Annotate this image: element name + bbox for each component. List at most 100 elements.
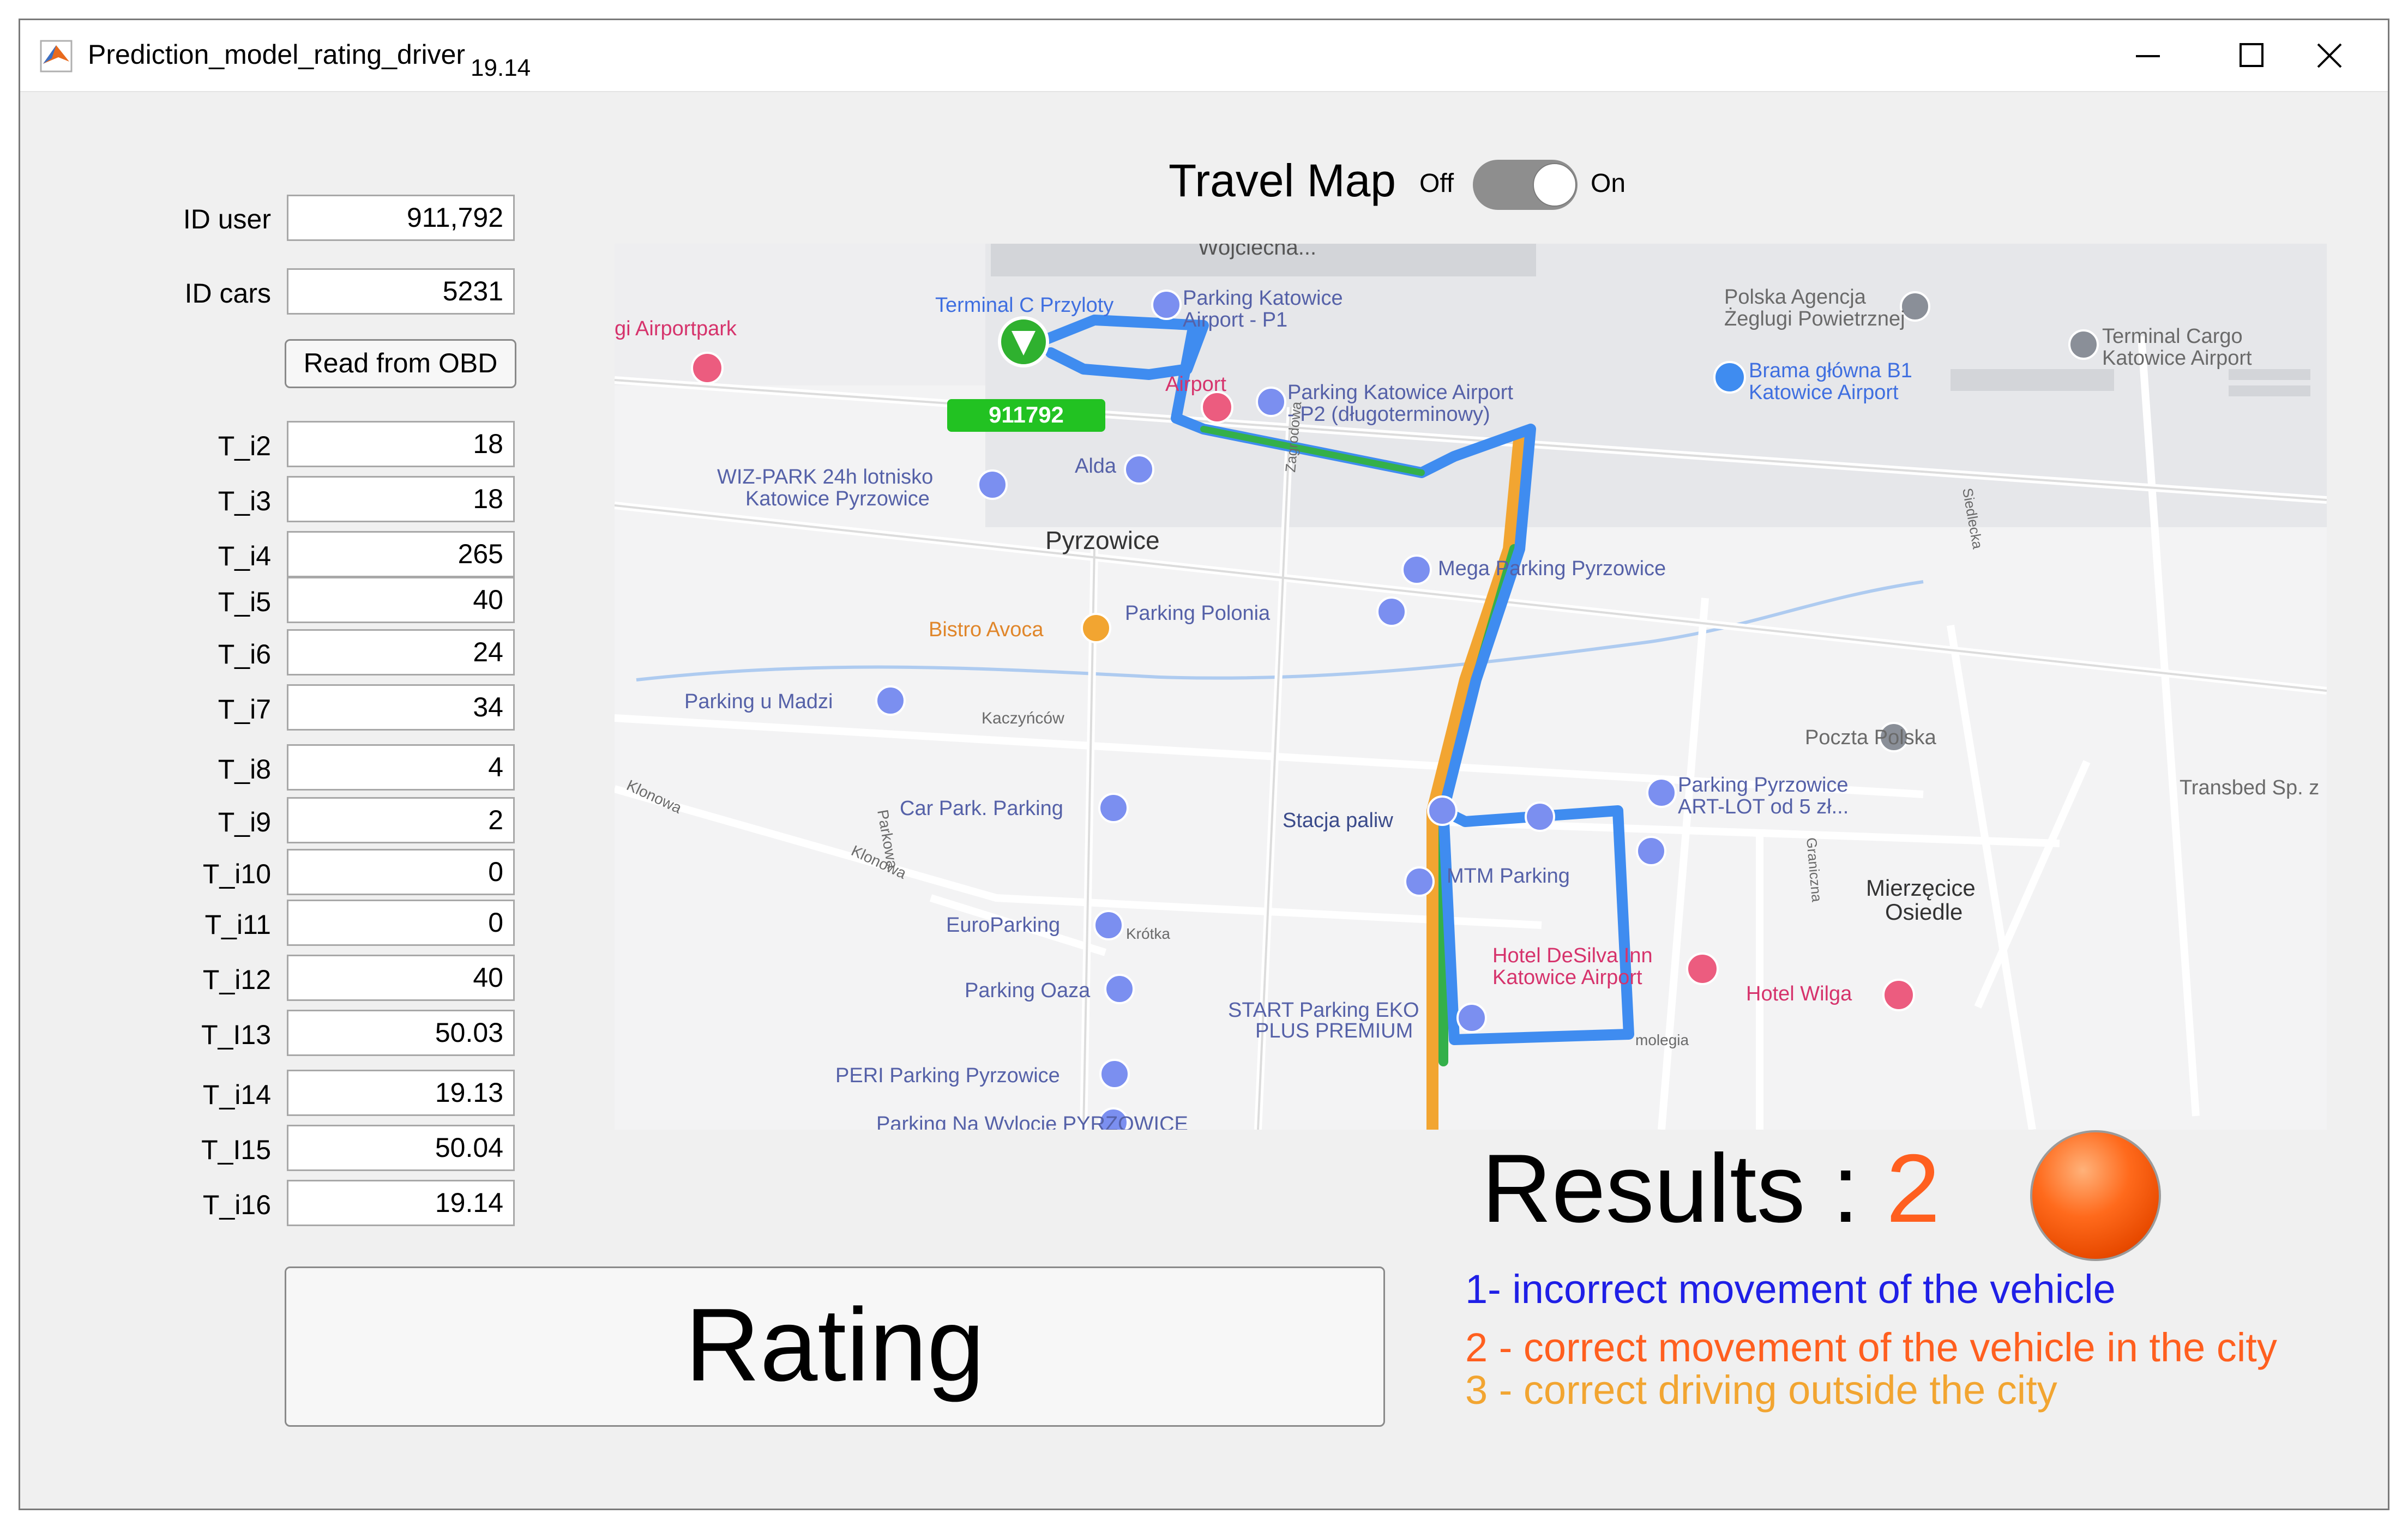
window-version: 19.14 [471,55,531,81]
t-i14-field[interactable]: 19.13 [287,1070,515,1116]
vehicle-id-label: 911792 [989,402,1064,427]
parking-pin-icon [1256,387,1286,417]
svg-text:Katowice Airport: Katowice Airport [2102,347,2252,370]
place-label: Airport - P1 [1183,309,1287,331]
parking-pin-icon [1401,554,1432,585]
svg-text:Parking Polonia: Parking Polonia [1125,602,1271,625]
t-i12-field[interactable]: 40 [287,955,515,1001]
svg-text:Parking Pyrzowice: Parking Pyrzowice [1678,774,1849,797]
t-i11-label: T_i11 [204,909,271,940]
t-i4-field[interactable]: 265 [287,531,515,577]
t-i2-field[interactable]: 18 [287,421,515,467]
toggle-on-label: On [1591,169,1626,198]
svg-text:MTM Parking: MTM Parking [1447,865,1570,888]
travel-map[interactable]: 911792 Wojciecha... Terminal C Przyloty … [615,244,2327,1130]
id-user-field[interactable]: 911,792 [287,195,515,241]
close-button[interactable] [2278,20,2381,91]
svg-text:Parking Oaza: Parking Oaza [965,979,1091,1002]
t-i2-label: T_i2 [218,431,271,461]
hotel-pin-icon [1686,952,1719,985]
t-i10-field[interactable]: 0 [287,849,515,895]
svg-text:Parking Na Wylocie PYRZOWICE: Parking Na Wylocie PYRZOWICE [876,1113,1188,1130]
t-i8-field[interactable]: 4 [287,744,515,791]
t-i11-field[interactable]: 0 [287,900,515,946]
restaurant-pin-icon [1081,613,1111,643]
id-cars-field[interactable]: 5231 [287,268,515,315]
t-i5-label: T_i5 [218,587,271,617]
parking-pin-icon [1093,910,1124,940]
t-i15-field[interactable]: 50.04 [287,1125,515,1171]
minimize-button[interactable] [2097,20,2200,91]
t-i3-field[interactable]: 18 [287,476,515,522]
t-i9-field[interactable]: 2 [287,797,515,843]
svg-text:Stacja paliw: Stacja paliw [1283,809,1393,832]
svg-text:Parking Katowice Airport: Parking Katowice Airport [1287,381,1513,404]
parking-pin-icon [1646,777,1677,808]
svg-text:Katowice Airport: Katowice Airport [1492,966,1642,989]
svg-text:Kaczyńców: Kaczyńców [982,709,1064,727]
id-user-label: ID user [183,204,271,234]
svg-text:PLUS PREMIUM: PLUS PREMIUM [1255,1020,1413,1042]
svg-text:Terminal Cargo: Terminal Cargo [2102,325,2243,348]
parking-pin-icon [1456,1003,1487,1033]
t-i10-label: T_i10 [202,859,271,889]
result-indicator-lamp [2030,1130,2161,1261]
parking-pin-icon [1427,795,1458,826]
svg-text:Parking u Madzi: Parking u Madzi [684,690,833,713]
read-from-obd-button[interactable]: Read from OBD [285,339,516,388]
svg-text:Osiedle: Osiedle [1885,899,1962,925]
office-pin-icon [1900,291,1930,322]
t-i7-field[interactable]: 34 [287,684,515,731]
legend-item-2: 2 - correct movement of the vehicle in t… [1465,1325,2277,1370]
parking-pin-icon [1636,836,1666,866]
svg-text:Brama główna B1: Brama główna B1 [1749,359,1912,382]
rating-button[interactable]: Rating [285,1266,1385,1427]
svg-text:Polska Agencja: Polska Agencja [1724,286,1867,309]
maximize-icon [2240,43,2263,67]
parking-pin-icon [1124,454,1154,485]
svg-text:Car Park. Parking: Car Park. Parking [900,797,1063,820]
svg-text:Mega Parking Pyrzowice: Mega Parking Pyrzowice [1438,557,1666,580]
matlab-icon [40,40,73,73]
svg-text:Katowice Pyrzowice: Katowice Pyrzowice [745,487,930,510]
t-i5-field[interactable]: 40 [287,577,515,623]
svg-text:Alda: Alda [1075,455,1117,478]
t-i3-label: T_i3 [218,486,271,516]
results-value: 2 [1886,1134,1940,1242]
svg-text:Terminal C Przyloty: Terminal C Przyloty [935,294,1113,317]
t-i6-field[interactable]: 24 [287,629,515,675]
svg-text:START Parking EKO: START Parking EKO [1228,999,1419,1022]
parking-pin-icon [1525,801,1555,832]
t-i6-label: T_i6 [218,639,271,669]
toggle-knob[interactable] [1533,163,1576,207]
t-i13-field[interactable]: 50.03 [287,1010,515,1056]
parking-pin-icon [1099,1059,1130,1089]
minimize-icon [2136,55,2160,57]
id-cars-label: ID cars [184,278,271,309]
legend-item-3: 3 - correct driving outside the city [1465,1367,2057,1413]
svg-text:Transbed Sp. z: Transbed Sp. z [2180,776,2319,799]
airport-gate-icon [1713,361,1746,394]
parking-pin-icon [977,469,1008,500]
window-title-text: Prediction_model_rating_driver [88,39,466,70]
travel-map-title: Travel Map [1169,155,1396,206]
t-i8-label: T_i8 [218,754,271,785]
svg-text:Poczta Polska: Poczta Polska [1805,726,1937,749]
parking-pin-icon [1404,866,1435,897]
results-display: Results : 2 [1482,1132,1940,1244]
t-i12-label: T_i12 [202,964,271,995]
svg-text:EuroParking: EuroParking [946,914,1060,937]
svg-text:Żeglugi Powietrznej: Żeglugi Powietrznej [1724,307,1905,330]
t-i16-label: T_i16 [202,1190,271,1220]
parking-pin-icon [1098,793,1129,823]
title-bar: Prediction_model_rating_driver 19.14 [20,20,2388,92]
hotel-pin-icon [691,352,724,384]
travel-map-toggle[interactable] [1473,160,1578,210]
t-i16-field[interactable]: 19.14 [287,1180,515,1226]
svg-text:WIZ-PARK 24h lotnisko: WIZ-PARK 24h lotnisko [717,466,933,488]
close-icon [2317,43,2342,68]
svg-text:- P2 (długoterminowy): - P2 (długoterminowy) [1287,403,1490,426]
start-marker-icon[interactable] [998,316,1049,367]
legend-item-1: 1- incorrect movement of the vehicle [1465,1266,2116,1312]
svg-text:PERI Parking Pyrzowice: PERI Parking Pyrzowice [835,1064,1060,1087]
